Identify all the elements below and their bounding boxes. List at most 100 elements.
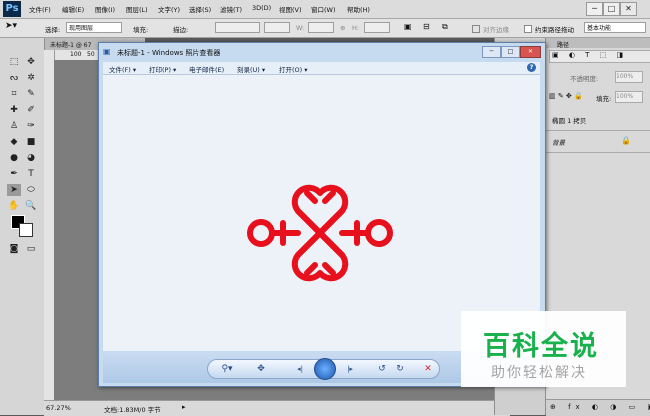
menu-filter[interactable]: 滤镜(T) — [220, 4, 242, 14]
menu-3d[interactable]: 3D(D) — [252, 4, 271, 12]
rotate-right-icon[interactable]: ↻ — [394, 363, 406, 375]
magic-wand-icon[interactable]: ✲ — [24, 72, 38, 84]
rotate-left-icon[interactable]: ↺ — [376, 363, 388, 375]
stroke-label: 描边: — [173, 26, 189, 34]
eyedropper-icon[interactable]: ✎ — [24, 88, 38, 100]
menu-help[interactable]: 帮助(H) — [347, 4, 370, 14]
marquee-tool-icon[interactable]: ⬚ — [7, 56, 21, 68]
ruler-mark: 100 — [70, 51, 82, 58]
layers-footer: ⊕ fx ◐ ◑ ▭ ▣ 🗑 — [546, 399, 650, 416]
layer-row[interactable]: 椭圆 1 拷贝 — [546, 108, 650, 131]
menu-view[interactable]: 视图(V) — [279, 4, 302, 14]
pen-tool-icon[interactable]: ✒ — [7, 168, 21, 180]
help-icon[interactable]: ? — [527, 63, 536, 72]
move-tool-icon[interactable]: ➤▾ — [5, 21, 17, 31]
clone-stamp-icon[interactable]: ♙ — [7, 120, 21, 132]
menu-file[interactable]: 文件(F) — [29, 4, 51, 14]
fill-label: 填充: — [596, 95, 612, 103]
path-arrange-icon[interactable]: ⧉ — [442, 22, 448, 32]
next-icon[interactable]: |▸ — [342, 363, 358, 375]
quick-mask-icon[interactable]: ◙ — [7, 243, 21, 255]
viewer-menu-burn[interactable]: 刻录(U) ▾ — [237, 64, 265, 74]
menubar: Ps 文件(F) 编辑(E) 图像(I) 图层(L) 文字(Y) 选择(S) 滤… — [0, 0, 650, 19]
actual-size-icon[interactable]: ✥ — [254, 363, 268, 375]
history-brush-icon[interactable]: ✑ — [24, 120, 38, 132]
delete-icon[interactable]: ✕ — [422, 363, 434, 375]
hand-tool-icon[interactable]: ✋ — [7, 200, 21, 212]
lock-icons[interactable]: ▥ ✎ ✥ 🔒 — [549, 92, 583, 100]
path-drag-checkbox[interactable] — [524, 25, 532, 33]
viewer-menu-open[interactable]: 打开(O) ▾ — [279, 64, 308, 74]
zoom-level[interactable]: 67.27% — [46, 404, 71, 412]
viewer-close-button[interactable]: ✕ — [520, 46, 541, 58]
type-tool-icon[interactable]: T — [24, 168, 38, 180]
viewer-menu-print[interactable]: 打印(P) ▾ — [149, 64, 176, 74]
panel-tabs: 路径 — [546, 38, 650, 49]
workspace-select[interactable]: 基本功能 — [584, 22, 646, 33]
h-label: H: — [352, 24, 360, 32]
tab-paths[interactable]: 路径 — [557, 40, 569, 49]
path-ops-icon[interactable]: ▣ — [404, 22, 412, 31]
viewer-maximize-button[interactable]: □ — [501, 46, 520, 58]
lasso-tool-icon[interactable]: ᔓ — [7, 72, 21, 84]
stroke-type-select[interactable] — [264, 22, 290, 33]
viewer-menu-file[interactable]: 文件(F) ▾ — [109, 64, 136, 74]
ellipse-tool-icon[interactable]: ⬭ — [24, 184, 38, 196]
width-field[interactable] — [308, 22, 334, 33]
blur-tool-icon[interactable]: ● — [7, 152, 21, 164]
eraser-tool-icon[interactable]: ◆ — [7, 136, 21, 148]
menu-edit[interactable]: 编辑(E) — [62, 4, 84, 14]
viewer-minimize-button[interactable]: ─ — [482, 46, 501, 58]
fill-field[interactable]: 100% — [615, 91, 643, 103]
move-tool-icon[interactable]: ✥ — [24, 56, 38, 68]
china-unicom-logo — [247, 184, 393, 282]
background-color-swatch[interactable] — [19, 223, 33, 237]
layer-filter-icons[interactable]: ▣ ◐ T ⬚ ◨ — [552, 51, 627, 59]
lock-icon: 🔒 — [621, 136, 631, 145]
layer-filter-row[interactable]: ▣ ◐ T ⬚ ◨ — [549, 50, 650, 63]
brush-tool-icon[interactable]: ✐ — [24, 104, 38, 116]
dodge-tool-icon[interactable]: ◕ — [24, 152, 38, 164]
zoom-icon[interactable]: ⚲▾ — [218, 363, 236, 375]
maximize-button[interactable]: □ — [603, 2, 620, 16]
document-tab-label: 未标题-1 @ 67 — [50, 42, 92, 49]
path-select-tool-icon[interactable]: ➤ — [7, 184, 21, 196]
layer-footer-icons[interactable]: ⊕ fx ◐ ◑ ▭ ▣ 🗑 — [550, 403, 650, 411]
watermark-title: 百科全说 — [483, 331, 599, 362]
menu-type[interactable]: 文字(Y) — [158, 4, 180, 14]
menu-select[interactable]: 选择(S) — [189, 4, 211, 14]
fill-label: 填充: — [133, 26, 149, 34]
align-edges-checkbox[interactable] — [472, 25, 480, 33]
path-align-icon[interactable]: ⊟ — [423, 22, 430, 31]
slideshow-button[interactable] — [314, 358, 336, 380]
height-field[interactable] — [364, 22, 390, 33]
viewer-menubar: 文件(F) ▾ 打印(P) ▾ 电子邮件(E) 刻录(U) ▾ 打开(O) ▾ … — [103, 62, 540, 75]
screen-mode-icon[interactable]: ▭ — [24, 243, 38, 255]
status-arrow-icon[interactable]: ▸ — [182, 403, 186, 411]
ruler-mark: 50 — [87, 51, 95, 58]
healing-brush-icon[interactable]: ✚ — [7, 104, 21, 116]
layer-name: 背景 — [552, 139, 565, 147]
link-icon[interactable]: ⊕ — [340, 24, 345, 32]
minimize-button[interactable]: ─ — [586, 2, 603, 16]
watermark: 百科全说 助你轻松解决 — [461, 311, 626, 387]
menu-layer[interactable]: 图层(L) — [126, 4, 148, 14]
zoom-tool-icon[interactable]: 🔍 — [24, 200, 38, 212]
app-logo: Ps — [3, 1, 21, 17]
menu-image[interactable]: 图像(I) — [95, 4, 115, 14]
watermark-subtitle: 助你轻松解决 — [491, 365, 587, 381]
layer-mode-select[interactable]: 现用图层 — [66, 22, 122, 33]
crop-tool-icon[interactable]: ⌗ — [7, 88, 21, 100]
layer-row[interactable]: 背景 🔒 — [546, 130, 650, 153]
layer-name: 椭圆 1 拷贝 — [552, 117, 587, 125]
menu-window[interactable]: 窗口(W) — [311, 4, 336, 14]
previous-icon[interactable]: ◂| — [292, 363, 308, 375]
close-button[interactable]: ✕ — [620, 2, 637, 16]
path-drag-label: 约束路径拖动 — [535, 26, 574, 34]
opacity-field[interactable]: 100% — [615, 71, 643, 83]
select-label: 选择: — [45, 26, 61, 34]
gradient-tool-icon[interactable]: ■ — [24, 136, 38, 148]
stroke-width-field[interactable] — [215, 22, 260, 33]
viewer-menu-email[interactable]: 电子邮件(E) — [189, 64, 224, 74]
viewer-controls: ⚲▾ ✥ ◂| |▸ ↺ ↻ ✕ — [207, 358, 440, 380]
